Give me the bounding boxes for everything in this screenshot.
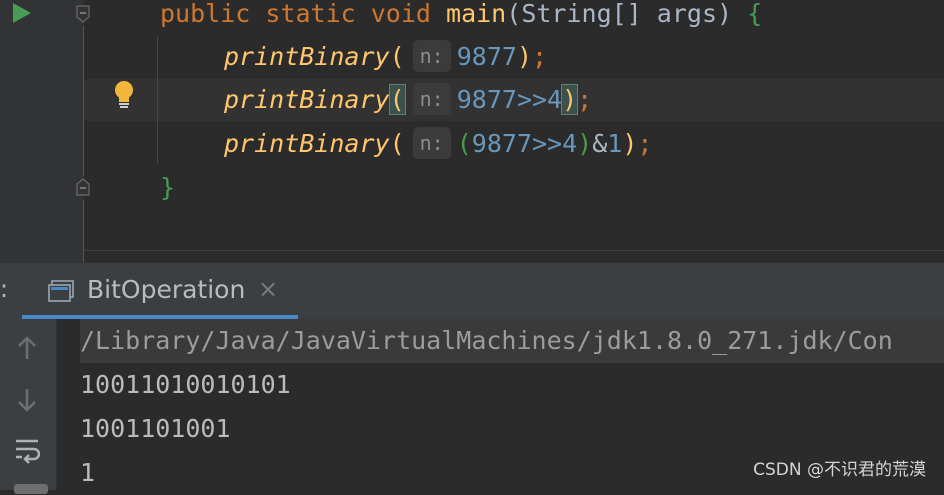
output-line: 10011010010101 xyxy=(80,370,291,399)
indent-guide xyxy=(157,36,158,164)
tab-bitoperation[interactable]: BitOperation × xyxy=(22,263,298,319)
argument: 1 xyxy=(607,129,623,158)
param-type: String[] xyxy=(521,0,642,28)
parameter-hint: n: xyxy=(412,40,451,72)
method-call: printBinary xyxy=(224,85,390,114)
paren: ) xyxy=(577,129,593,158)
run-main-icon[interactable] xyxy=(13,3,31,23)
soft-wrap-icon[interactable] xyxy=(14,435,40,465)
paren: ( xyxy=(506,0,522,28)
paren: ) xyxy=(516,42,533,71)
semicolon: ; xyxy=(637,129,653,158)
run-title-suffix: : xyxy=(0,275,9,303)
keyword-public: public xyxy=(160,0,251,28)
code-line-5[interactable]: } xyxy=(160,168,175,208)
parameter-hint: n: xyxy=(412,83,451,115)
fold-close-icon[interactable] xyxy=(76,178,90,196)
keyword-static: static xyxy=(265,0,356,28)
method-call: printBinary xyxy=(224,42,390,71)
method-name: main xyxy=(446,0,507,28)
matched-paren: ) xyxy=(561,84,579,115)
argument: 9877>>4 xyxy=(456,85,563,114)
semicolon: ; xyxy=(532,42,548,71)
divider xyxy=(84,250,944,251)
tab-label: BitOperation xyxy=(87,275,246,304)
parameter-hint: n: xyxy=(412,127,451,159)
console-toolbar xyxy=(0,319,57,494)
code-line-1[interactable]: public static void main(String[] args) { xyxy=(160,0,762,34)
watermark-text: CSDN @不识君的荒漠 xyxy=(753,460,926,480)
code-line-3[interactable]: printBinary(n: 9877>>4); xyxy=(224,80,592,120)
keyword-void: void xyxy=(370,0,431,28)
close-brace: } xyxy=(160,173,176,202)
output-line: 1001101001 xyxy=(80,414,231,443)
code-line-2[interactable]: printBinary(n: 9877); xyxy=(224,37,547,77)
console-window-icon xyxy=(48,280,74,302)
paren: ( xyxy=(389,42,405,71)
console-output[interactable]: /Library/Java/JavaVirtualMachines/jdk1.8… xyxy=(57,319,944,490)
argument: 9877 xyxy=(456,42,517,71)
fold-guide-lower xyxy=(83,200,84,262)
code-line-4[interactable]: printBinary(n: (9877>>4)&1); xyxy=(224,124,652,164)
argument: 9877>>4 xyxy=(471,129,578,158)
lightbulb-icon[interactable] xyxy=(112,80,136,110)
matched-paren: ( xyxy=(388,84,406,115)
arrow-down-icon[interactable] xyxy=(14,385,40,415)
run-toolwindow-header: : BitOperation × xyxy=(0,262,944,320)
arrow-up-icon[interactable] xyxy=(14,333,40,363)
close-tab-icon[interactable]: × xyxy=(258,275,278,303)
editor-gutter xyxy=(0,0,84,262)
operator: & xyxy=(592,129,608,158)
paren: ) xyxy=(622,129,638,158)
semicolon: ; xyxy=(577,85,593,114)
paren: ( xyxy=(389,129,405,158)
paren: ) xyxy=(717,0,733,28)
run-command-line: /Library/Java/JavaVirtualMachines/jdk1.8… xyxy=(80,319,944,363)
fold-open-icon[interactable] xyxy=(76,5,90,23)
open-brace: { xyxy=(747,0,763,28)
scroll-to-end-button[interactable] xyxy=(14,484,48,494)
method-call: printBinary xyxy=(224,129,390,158)
output-line: 1 xyxy=(80,458,96,487)
param-name: args xyxy=(656,0,718,28)
paren: ( xyxy=(456,129,472,158)
fold-guide xyxy=(83,26,84,176)
code-editor[interactable]: public static void main(String[] args) {… xyxy=(0,0,944,262)
